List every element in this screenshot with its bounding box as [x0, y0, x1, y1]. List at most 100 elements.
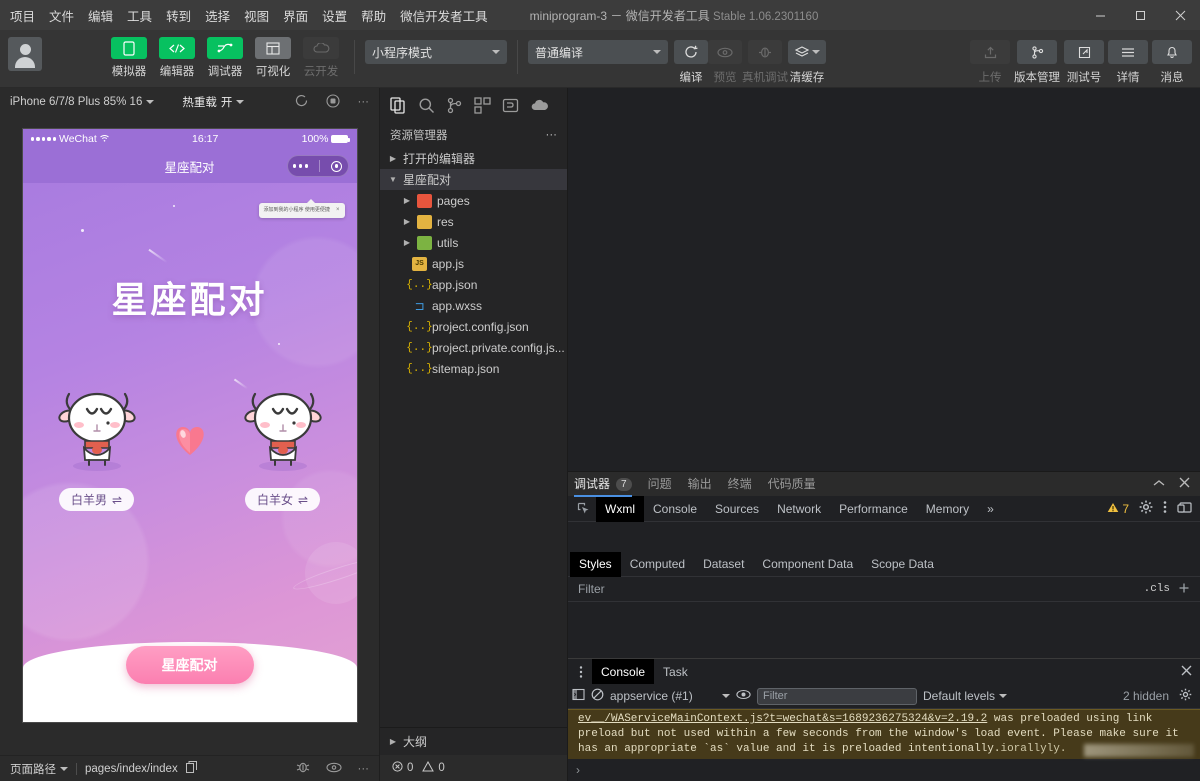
- cloud-button[interactable]: 云开发: [298, 30, 344, 79]
- menu-item-view[interactable]: 视图: [244, 6, 269, 25]
- inspector-warning-badge[interactable]: 7: [1107, 502, 1129, 516]
- add-rule-icon[interactable]: [1178, 582, 1190, 597]
- tree-item-project-private-config[interactable]: {..} project.private.config.js...: [380, 337, 567, 358]
- tree-item-res[interactable]: ▶ res: [380, 211, 567, 232]
- wechat-capsule[interactable]: [286, 155, 349, 177]
- console-message-link[interactable]: ev__/WAServiceMainContext.js?t=wechat&s=…: [578, 713, 987, 725]
- gear-icon[interactable]: [1179, 688, 1192, 704]
- copy-icon[interactable]: [185, 761, 197, 776]
- search-icon[interactable]: [418, 97, 435, 114]
- console-context-select[interactable]: appservice (#1): [610, 689, 730, 703]
- tab-scope-data[interactable]: Scope Data: [862, 552, 943, 577]
- outline-section[interactable]: ▶ 大纲: [380, 727, 567, 755]
- bug-icon[interactable]: [296, 761, 310, 777]
- editor-button[interactable]: 编辑器: [154, 30, 200, 79]
- menu-item-select[interactable]: 选择: [205, 6, 230, 25]
- menu-item-interface[interactable]: 界面: [283, 6, 308, 25]
- menu-item-file[interactable]: 文件: [49, 6, 74, 25]
- files-icon[interactable]: [390, 96, 407, 114]
- page-path-select[interactable]: 页面路径: [10, 761, 68, 777]
- visual-button[interactable]: 可视化: [250, 30, 296, 79]
- console-sidebar-icon[interactable]: [572, 688, 585, 704]
- compile-select[interactable]: 普通编译: [528, 40, 668, 64]
- capsule-close-icon[interactable]: [331, 160, 343, 172]
- tree-item-project-config[interactable]: {..} project.config.json: [380, 316, 567, 337]
- console-filter-input[interactable]: Filter: [757, 687, 917, 705]
- tab-dataset[interactable]: Dataset: [694, 552, 753, 577]
- tree-item-app-wxss[interactable]: ⊐ app.wxss: [380, 295, 567, 316]
- menu-item-tools[interactable]: 工具: [127, 6, 152, 25]
- capsule-more-icon[interactable]: [292, 164, 309, 168]
- match-button[interactable]: 星座配对: [125, 646, 254, 684]
- cls-toggle[interactable]: .cls: [1144, 583, 1170, 595]
- warning-count[interactable]: 0: [422, 760, 445, 775]
- mode-select[interactable]: 小程序模式: [365, 40, 507, 64]
- explorer-more-icon[interactable]: ···: [546, 129, 558, 141]
- tab-computed[interactable]: Computed: [621, 552, 694, 577]
- device-select[interactable]: iPhone 6/7/8 Plus 85% 16: [10, 96, 155, 108]
- record-icon[interactable]: [325, 93, 340, 111]
- tab-component-data[interactable]: Component Data: [753, 552, 862, 577]
- tab-terminal[interactable]: 终端: [728, 472, 752, 497]
- clear-cache-button[interactable]: 清缓存: [788, 40, 826, 85]
- extensions-icon[interactable]: [474, 96, 491, 114]
- tree-item-app-json[interactable]: {..} app.json: [380, 274, 567, 295]
- tree-item-utils[interactable]: ▶ utils: [380, 232, 567, 253]
- simulator-button[interactable]: 模拟器: [106, 30, 152, 79]
- device-debug-button[interactable]: 真机调试: [742, 40, 788, 85]
- more-icon[interactable]: ···: [358, 763, 370, 775]
- snippet-icon[interactable]: [502, 97, 519, 114]
- tab-memory[interactable]: Memory: [917, 496, 978, 522]
- error-count[interactable]: 0: [392, 761, 413, 775]
- upload-button[interactable]: 上传: [970, 40, 1010, 85]
- female-sign-pill[interactable]: 白羊女 ⇌: [244, 488, 321, 511]
- tab-problems[interactable]: 问题: [648, 472, 672, 497]
- maximize-button[interactable]: [1120, 0, 1160, 30]
- tooltip-close-icon[interactable]: ×: [336, 207, 340, 213]
- tab-console[interactable]: Console: [644, 496, 706, 522]
- close-icon[interactable]: [1179, 477, 1190, 491]
- refresh-icon[interactable]: [295, 94, 308, 110]
- menu-item-settings[interactable]: 设置: [322, 6, 347, 25]
- debugger-button[interactable]: 调试器: [202, 30, 248, 79]
- source-control-icon[interactable]: [446, 97, 463, 114]
- drawer-more-icon[interactable]: [570, 665, 592, 679]
- tab-performance[interactable]: Performance: [830, 496, 917, 522]
- tab-overflow[interactable]: »: [978, 496, 1003, 522]
- tree-item-sitemap[interactable]: {..} sitemap.json: [380, 358, 567, 379]
- menu-item-devtools[interactable]: 微信开发者工具: [400, 6, 488, 25]
- styles-filter-input[interactable]: Filter: [578, 582, 605, 596]
- close-button[interactable]: [1160, 0, 1200, 30]
- tree-item-pages[interactable]: ▶ pages: [380, 190, 567, 211]
- character-male[interactable]: 白羊男 ⇌: [51, 378, 143, 511]
- drawer-tab-console[interactable]: Console: [592, 658, 655, 685]
- cloud-debug-icon[interactable]: [530, 98, 548, 113]
- avatar[interactable]: [8, 37, 42, 71]
- tree-item-app-js[interactable]: JS app.js: [380, 253, 567, 274]
- messages-button[interactable]: 消息: [1152, 40, 1192, 85]
- menu-item-project[interactable]: 项目: [10, 6, 35, 25]
- eye-icon[interactable]: [325, 762, 342, 776]
- console-eye-icon[interactable]: [736, 689, 751, 703]
- character-female[interactable]: 白羊女 ⇌: [237, 378, 329, 511]
- menu-item-edit[interactable]: 编辑: [88, 6, 113, 25]
- collapse-icon[interactable]: [1153, 477, 1165, 491]
- compile-button[interactable]: 编译: [674, 40, 708, 85]
- testnum-button[interactable]: 测试号: [1064, 40, 1104, 85]
- preview-button[interactable]: 预览: [708, 40, 742, 85]
- inspect-element-icon[interactable]: [570, 502, 596, 515]
- console-levels-select[interactable]: Default levels: [923, 689, 1008, 703]
- tree-section-project[interactable]: ▼ 星座配对: [380, 169, 567, 190]
- tab-network[interactable]: Network: [768, 496, 830, 522]
- more-icon[interactable]: [1163, 500, 1167, 517]
- male-sign-pill[interactable]: 白羊男 ⇌: [58, 488, 135, 511]
- details-button[interactable]: 详情: [1108, 40, 1148, 85]
- tab-code-quality[interactable]: 代码质量: [768, 472, 816, 497]
- console-input-prompt[interactable]: ›: [568, 759, 1200, 781]
- tab-sources[interactable]: Sources: [706, 496, 768, 522]
- tab-styles[interactable]: Styles: [570, 551, 621, 577]
- hotreload-select[interactable]: 热重载 开: [182, 94, 245, 110]
- menu-item-goto[interactable]: 转到: [166, 6, 191, 25]
- tree-section-open-editors[interactable]: ▶ 打开的编辑器: [380, 148, 567, 169]
- more-icon[interactable]: ···: [358, 96, 370, 108]
